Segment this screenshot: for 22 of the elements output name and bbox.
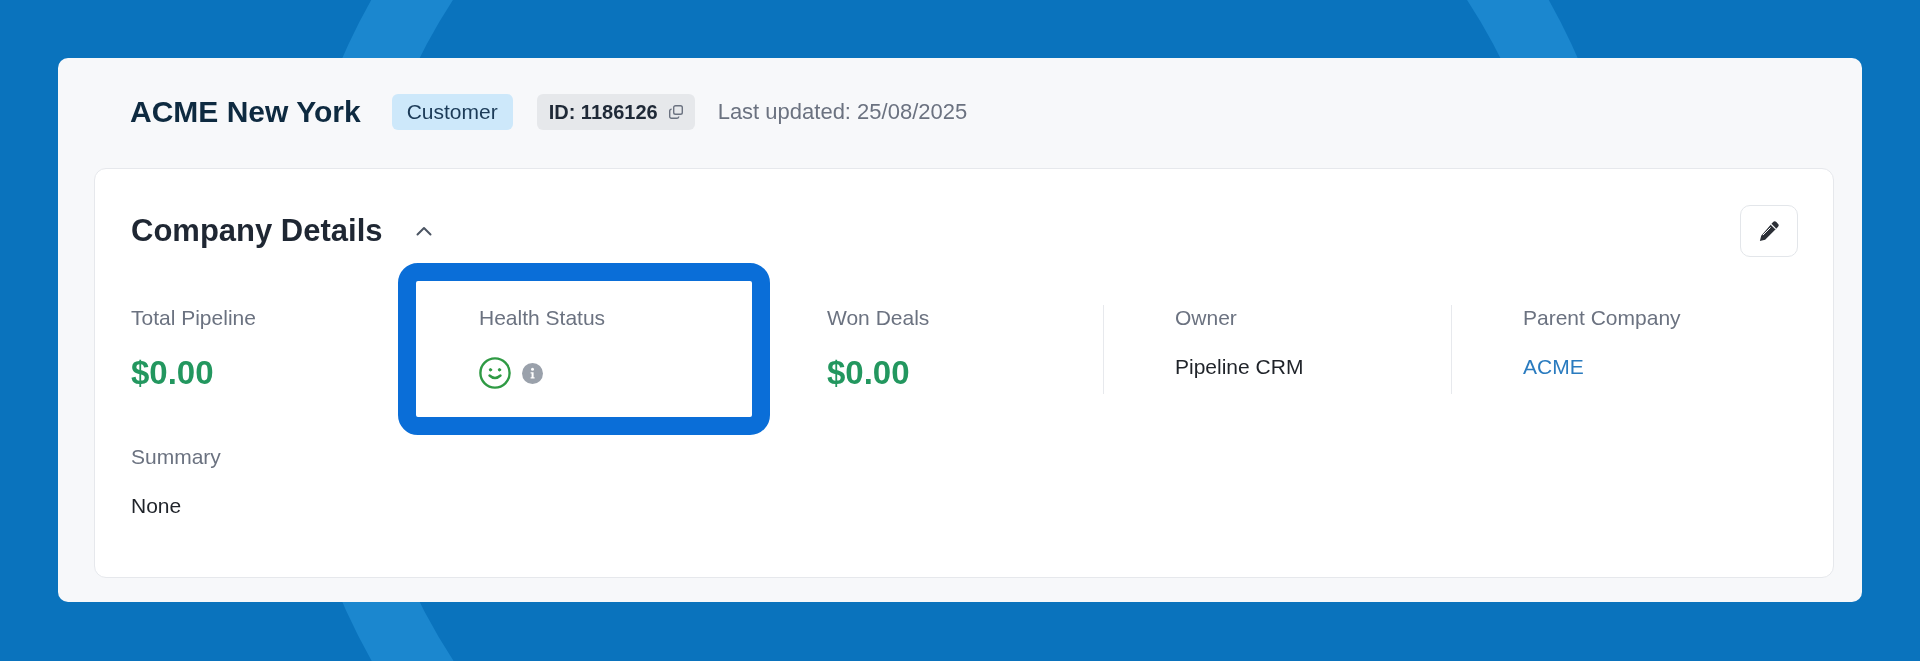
amount-value: $0.00 bbox=[827, 353, 910, 393]
field-label: Owner bbox=[1175, 305, 1237, 331]
field-label: Total Pipeline bbox=[131, 305, 256, 331]
smiley-icon bbox=[479, 357, 511, 389]
field-value: Pipeline CRM bbox=[1175, 354, 1304, 380]
field-label: Summary bbox=[131, 444, 221, 470]
last-updated: Last updated: 25/08/2025 bbox=[717, 99, 968, 125]
section-title: Company Details bbox=[131, 212, 383, 250]
pencil-icon bbox=[1759, 221, 1779, 241]
copy-icon[interactable] bbox=[668, 105, 683, 119]
company-type-label: Customer bbox=[391, 94, 513, 130]
amount-value: $0.00 bbox=[131, 353, 214, 393]
chevron-icon[interactable] bbox=[415, 226, 432, 236]
field-label: Won Deals bbox=[827, 305, 930, 331]
field-label: Parent Company bbox=[1523, 305, 1681, 331]
edit-button[interactable] bbox=[1740, 205, 1798, 257]
field-label: Health Status bbox=[479, 305, 606, 331]
company-link[interactable]: ACME bbox=[1523, 353, 1584, 381]
record-id: ID: 1186126 bbox=[548, 100, 658, 124]
company-name: ACME New York bbox=[130, 94, 361, 130]
info-icon[interactable] bbox=[522, 362, 543, 384]
field-value: None bbox=[131, 493, 182, 519]
